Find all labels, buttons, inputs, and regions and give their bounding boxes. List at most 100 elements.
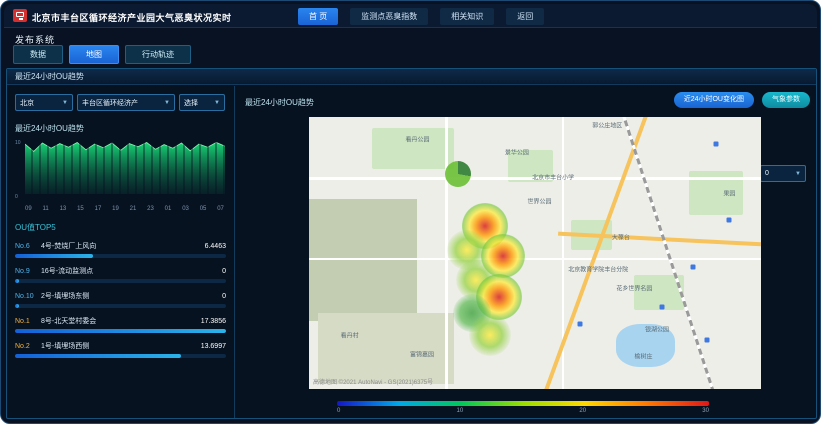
- app-title: 北京市丰台区循环经济产业园大气恶臭状况实时: [32, 11, 232, 24]
- map-place-label: 北京教育学院丰台分院: [568, 265, 628, 274]
- map-place-label: 景华公园: [505, 148, 529, 157]
- map-attribution: 高德地图 ©2021 AutoNavi - GS(2021)6375号: [313, 377, 433, 386]
- ou-change-chart-button[interactable]: 近24小时OU变化图: [674, 92, 754, 108]
- point-value: 0: [222, 293, 226, 300]
- nav-item-odor-index[interactable]: 监测点恶臭指数: [350, 8, 428, 25]
- point-value: 0: [222, 268, 226, 275]
- chevron-down-icon: ▼: [214, 100, 220, 106]
- rank-badge: No.9: [15, 268, 41, 275]
- map-section-title: 最近24小时OU趋势: [245, 97, 314, 108]
- area-chart: [25, 142, 225, 194]
- nav-item-knowledge[interactable]: 相关知识: [440, 8, 494, 25]
- heatmap-blob: [469, 314, 511, 356]
- city-select[interactable]: 北京 ▼: [15, 94, 73, 111]
- list-item[interactable]: No.1 8号-北天堂村委会 17.3856: [15, 316, 226, 333]
- site-select-value: 选择: [184, 98, 198, 108]
- map-layer-select[interactable]: 0 ▼: [760, 165, 806, 182]
- x-tick: 09: [25, 206, 32, 212]
- point-name: 16号-流动监测点: [41, 266, 222, 276]
- panel-title: 最近24小时OU趋势: [15, 71, 84, 82]
- city-select-value: 北京: [20, 98, 34, 108]
- park-select[interactable]: 丰台区循环经济产 ▼: [77, 94, 175, 111]
- chevron-down-icon: ▼: [795, 171, 801, 177]
- map-poi-icon: [727, 218, 732, 223]
- map-poi-icon: [659, 305, 664, 310]
- map-place-label: 看丹公园: [405, 134, 429, 143]
- header-bar: 北京市丰台区循环经济产业园大气恶臭状况实时 首 页 监测点恶臭指数 相关知识 返…: [4, 4, 817, 28]
- filter-row: 北京 ▼ 丰台区循环经济产 ▼ 选择 ▼: [15, 94, 226, 111]
- map-poi-icon: [691, 264, 696, 269]
- x-tick: 05: [200, 206, 207, 212]
- map-place-label: 果园: [723, 189, 735, 198]
- x-tick: 13: [60, 206, 67, 212]
- point-value: 6.4463: [205, 243, 226, 250]
- map-canvas[interactable]: 看丹公园 郭公庄地区景华公园北京市丰台小学世界公园大葆台北京教育学院丰台分院花乡世…: [309, 117, 761, 389]
- nav-item-back[interactable]: 返回: [506, 8, 544, 25]
- main-panel: 最近24小时OU趋势 北京 ▼ 丰台区循环经济产 ▼ 选择 ▼ 最近24小时OU…: [6, 68, 817, 419]
- app-window: 北京市丰台区循环经济产业园大气恶臭状况实时 首 页 监测点恶臭指数 相关知识 返…: [0, 0, 821, 424]
- point-value: 17.3856: [201, 318, 226, 325]
- point-name: 4号-焚烧厂上风向: [41, 241, 205, 251]
- y-axis-min-label: 0: [15, 194, 18, 200]
- app-logo-icon: [13, 9, 27, 22]
- map-place-label: 富锦嘉园: [410, 349, 434, 358]
- map-layer-select-value: 0: [765, 170, 769, 177]
- point-name: 8号-北天堂村委会: [41, 316, 201, 326]
- legend-tick-labels: 0 10 20 30: [337, 408, 709, 414]
- panel-header: 最近24小时OU趋势: [7, 69, 816, 85]
- progress-track: [15, 329, 226, 333]
- map-poi-icon: [713, 142, 718, 147]
- progress-track: [15, 254, 226, 258]
- point-value: 13.6997: [201, 343, 226, 350]
- legend-tick: 20: [579, 408, 586, 414]
- list-item[interactable]: No.2 1号-填埋场西侧 13.6997: [15, 341, 226, 358]
- progress-fill: [15, 279, 19, 283]
- x-tick: 23: [147, 206, 154, 212]
- nav-item-home[interactable]: 首 页: [298, 8, 338, 25]
- map-place-label: 北京市丰台小学: [532, 172, 574, 181]
- map-place-label: 郭公庄地区: [592, 121, 622, 130]
- rank-badge: No.2: [15, 343, 41, 350]
- heatmap-blob: [445, 161, 471, 187]
- map-poi-icon: [704, 338, 709, 343]
- tv-icon: [16, 12, 24, 17]
- legend-gradient-bar: [337, 401, 709, 406]
- tab-track[interactable]: 行动轨迹: [125, 45, 191, 64]
- heatmap-legend: 0 10 20 30: [337, 401, 709, 414]
- list-item[interactable]: No.6 4号-焚烧厂上风向 6.4463: [15, 241, 226, 258]
- trend-chart: 10 0 091113151719212301030507: [15, 140, 226, 212]
- rank-badge: No.6: [15, 243, 41, 250]
- map-place-label: 世界公园: [528, 197, 552, 206]
- top5-title: OU值TOP5: [15, 222, 226, 233]
- trend-chart-title: 最近24小时OU趋势: [15, 123, 226, 134]
- x-tick: 11: [43, 206, 49, 212]
- map-place-label: 银湖公园: [645, 325, 669, 334]
- view-tabs: 数据 地图 行动轨迹: [13, 45, 191, 64]
- map-poi-icon: [578, 321, 583, 326]
- map-place-label: 大葆台: [612, 232, 630, 241]
- tab-map[interactable]: 地图: [69, 45, 119, 64]
- tab-data[interactable]: 数据: [13, 45, 63, 64]
- map-place-label: 榆树庄: [634, 352, 652, 361]
- chevron-down-icon: ▼: [62, 100, 68, 106]
- list-item[interactable]: No.10 2号-填埋场东侧 0: [15, 291, 226, 308]
- x-tick: 03: [182, 206, 189, 212]
- progress-fill: [15, 354, 181, 358]
- progress-track: [15, 354, 226, 358]
- weather-params-button[interactable]: 气象参数: [762, 92, 810, 108]
- legend-tick: 30: [702, 408, 709, 414]
- x-tick: 15: [77, 206, 84, 212]
- point-name: 2号-填埋场东侧: [41, 291, 222, 301]
- legend-tick: 0: [337, 408, 340, 414]
- main-nav: 首 页 监测点恶臭指数 相关知识 返回: [298, 8, 544, 25]
- progress-fill: [15, 254, 93, 258]
- list-item[interactable]: No.9 16号-流动监测点 0: [15, 266, 226, 283]
- point-name: 1号-填埋场西侧: [41, 341, 201, 351]
- legend-tick: 10: [457, 408, 464, 414]
- rank-badge: No.10: [15, 293, 41, 300]
- map-place-label: 花乡世界名园: [616, 284, 652, 293]
- x-tick: 21: [130, 206, 137, 212]
- site-select[interactable]: 选择 ▼: [179, 94, 225, 111]
- progress-track: [15, 279, 226, 283]
- park-select-value: 丰台区循环经济产: [82, 98, 138, 108]
